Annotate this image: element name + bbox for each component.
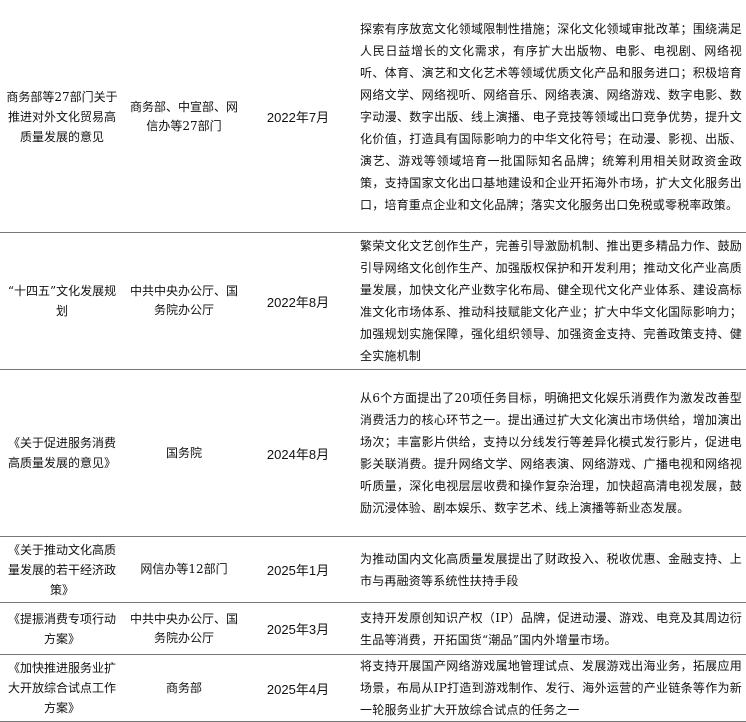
policy-name: 《加快推进服务业扩大开放综合试点工作方案》 xyxy=(0,654,124,722)
policy-date: 2024年8月 xyxy=(244,369,352,537)
table-row: 《提振消费专项行动方案》 中共中央办公厅、国务院办公厅 2025年3月 支持开发… xyxy=(0,602,746,655)
policy-content: 探索有序放宽文化领域限制性措施；深化文化领域审批改革；围绕满足人民日益增长的文化… xyxy=(352,0,746,233)
policy-issuer: 中共中央办公厅、国务院办公厅 xyxy=(124,232,244,370)
policy-issuer: 网信办等12部门 xyxy=(124,536,244,603)
table-row: 《关于促进服务消费高质量发展的意见》 国务院 2024年8月 从6个方面提出了2… xyxy=(0,369,746,537)
policy-date: 2025年1月 xyxy=(244,536,352,603)
policy-date: 2022年8月 xyxy=(244,232,352,370)
policy-content: 将支持开展国产网络游戏属地管理试点、发展游戏出海业务，拓展应用场景，布局从IP打… xyxy=(352,654,746,722)
policy-content: 繁荣文化文艺创作生产，完善引导激励机制、推出更多精品力作、鼓励引导网络文化创作生… xyxy=(352,232,746,370)
table-row: 《关于推动文化高质量发展的若干经济政策》 网信办等12部门 2025年1月 为推… xyxy=(0,536,746,603)
policy-name: “十四五”文化发展规划 xyxy=(0,232,124,370)
policy-name: 《提振消费专项行动方案》 xyxy=(0,602,124,655)
policy-name: 《关于推动文化高质量发展的若干经济政策》 xyxy=(0,536,124,603)
policy-date: 2022年7月 xyxy=(244,0,352,233)
policy-name: 《关于促进服务消费高质量发展的意见》 xyxy=(0,369,124,537)
policy-issuer: 商务部、中宣部、网信办等27部门 xyxy=(124,0,244,233)
policy-issuer: 商务部 xyxy=(124,654,244,722)
table-row: 《加快推进服务业扩大开放综合试点工作方案》 商务部 2025年4月 将支持开展国… xyxy=(0,654,746,722)
policy-issuer: 国务院 xyxy=(124,369,244,537)
policy-content: 为推动国内文化高质量发展提出了财政投入、税收优惠、金融支持、上市与再融资等系统性… xyxy=(352,536,746,603)
policy-content: 支持开发原创知识产权（IP）品牌，促进动漫、游戏、电竞及其周边衍生品等消费，开拓… xyxy=(352,602,746,655)
policy-date: 2025年4月 xyxy=(244,654,352,722)
table-row: “十四五”文化发展规划 中共中央办公厅、国务院办公厅 2022年8月 繁荣文化文… xyxy=(0,232,746,370)
policy-content: 从6个方面提出了20项任务目标，明确把文化娱乐消费作为激发改善型消费活力的核心环… xyxy=(352,369,746,537)
policy-issuer: 中共中央办公厅、国务院办公厅 xyxy=(124,602,244,655)
policy-date: 2025年3月 xyxy=(244,602,352,655)
policy-table: 商务部等27部门关于推进对外文化贸易高质量发展的意见 商务部、中宣部、网信办等2… xyxy=(0,0,746,722)
table-row: 商务部等27部门关于推进对外文化贸易高质量发展的意见 商务部、中宣部、网信办等2… xyxy=(0,0,746,233)
policy-name: 商务部等27部门关于推进对外文化贸易高质量发展的意见 xyxy=(0,0,124,233)
